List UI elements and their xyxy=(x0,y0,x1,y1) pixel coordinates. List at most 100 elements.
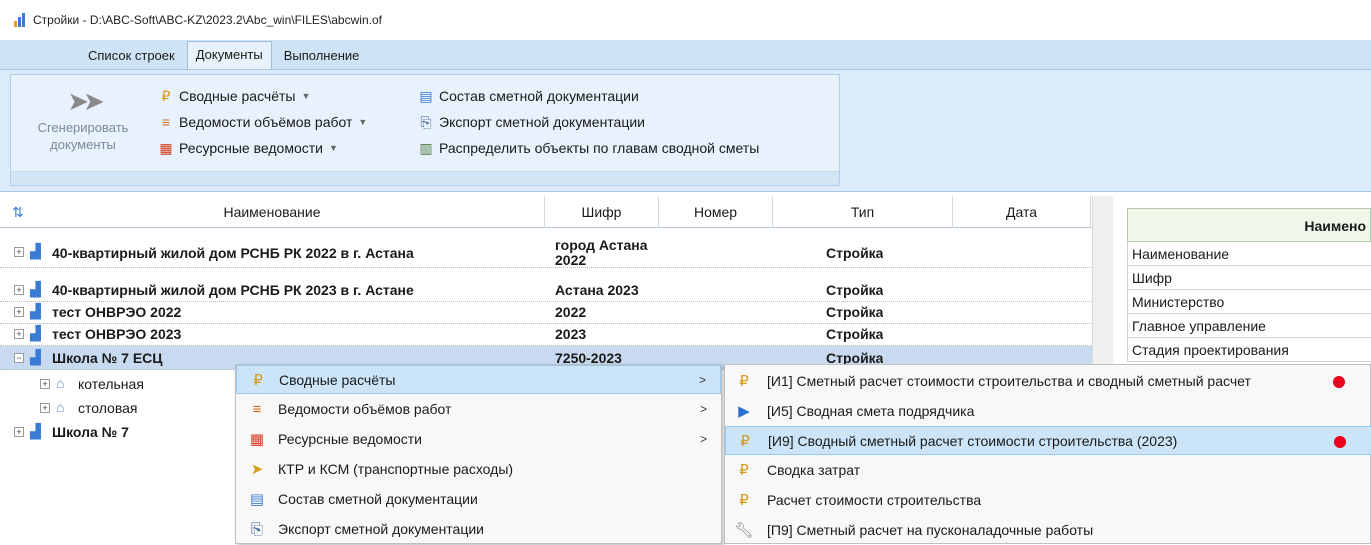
wrench-icon: 🔧︎ xyxy=(734,522,754,539)
expand-icon[interactable]: + xyxy=(40,379,50,389)
tab-construction-list[interactable]: Список строек xyxy=(80,43,183,69)
expand-icon[interactable]: + xyxy=(14,329,24,339)
menu-item-summary-calcs[interactable]: ₽ Сводные расчёты > xyxy=(236,365,721,394)
menu-item-export-docs[interactable]: ⎘ Экспорт сметной документации xyxy=(236,515,721,544)
play-icon: ▶ xyxy=(738,403,750,420)
menu-item-transport-costs[interactable]: ➤ КТР и КСМ (транспортные расходы) xyxy=(236,455,721,484)
prop-row-ministry[interactable]: Министерство xyxy=(1127,290,1371,314)
dropdown-arrow-icon: ▼ xyxy=(301,91,311,101)
table-row[interactable]: + ▟ тест ОНВРЭО 2022 2022 Стройка xyxy=(0,300,1092,324)
building-icon: ▟ xyxy=(30,243,41,259)
prop-row-name[interactable]: Наименование xyxy=(1127,242,1371,266)
row-code: 2022 xyxy=(555,304,587,320)
ribbon-group-footer xyxy=(11,171,839,185)
submenu-item-label: Сводка затрат xyxy=(767,462,861,478)
submenu-item-i5[interactable]: ▶ [И5] Сводная смета подрядчика xyxy=(725,397,1371,426)
submenu-item-label: Расчет стоимости строительства xyxy=(767,492,982,508)
table-icon: ▤ xyxy=(419,88,433,104)
menu-item-label: Экспорт сметной документации xyxy=(278,521,485,537)
summary-calcs-button[interactable]: ₽ Сводные расчёты ▼ xyxy=(157,85,311,107)
table-row[interactable]: + ▟ тест ОНВРЭО 2023 2023 Стройка xyxy=(0,322,1092,346)
generate-documents-button[interactable]: ➤➤ Сгенерировать документы xyxy=(19,83,147,183)
row-code-line1: город Астана xyxy=(555,238,648,253)
row-name: Школа № 7 xyxy=(52,424,129,440)
submenu-item-label: [П9] Сметный расчет на пусконаладочные р… xyxy=(767,522,1094,538)
estimate-docs-button[interactable]: ▤ Состав сметной документации xyxy=(417,85,638,107)
grid-header: ⇅ Наименование Шифр Номер Тип Дата xyxy=(0,196,1092,228)
tab-documents[interactable]: Документы xyxy=(186,41,272,69)
row-name: столовая xyxy=(78,400,138,416)
table-row[interactable]: + ▟ 40-квартирный жилой дом РСНБ РК 2023… xyxy=(0,278,1092,302)
expand-icon[interactable]: + xyxy=(14,307,24,317)
list-check-icon: ≡ xyxy=(252,401,262,418)
house-icon: ⌂ xyxy=(56,375,65,391)
row-type: Стройка xyxy=(826,245,884,261)
ribbon-tabs: Список строек Документы Выполнение xyxy=(0,40,1371,70)
work-volumes-button[interactable]: ≡ Ведомости объёмов работ ▼ xyxy=(157,111,367,133)
row-type: Стройка xyxy=(826,326,884,342)
tab-execution[interactable]: Выполнение xyxy=(276,43,368,69)
row-code: Астана 2023 xyxy=(555,282,639,298)
building-icon: ▟ xyxy=(30,303,41,319)
row-code: 2023 xyxy=(555,326,587,342)
generate-label-line2: документы xyxy=(50,137,116,152)
export-icon: ⎘ xyxy=(250,521,263,538)
prop-row-directorate[interactable]: Главное управление xyxy=(1127,314,1371,338)
export-docs-button[interactable]: ⎘ Экспорт сметной документации xyxy=(417,111,645,133)
row-type: Стройка xyxy=(826,282,884,298)
expand-icon[interactable]: + xyxy=(14,247,24,257)
menu-item-label: Ведомости объёмов работ xyxy=(278,401,452,417)
submenu-arrow-icon: > xyxy=(699,432,707,446)
submenu-item-i1[interactable]: ₽ [И1] Сметный расчет стоимости строител… xyxy=(725,367,1371,396)
coins-icon: ₽ xyxy=(740,433,750,450)
summary-calcs-label: Сводные расчёты xyxy=(179,88,296,104)
col-header-name[interactable]: Наименование xyxy=(0,196,545,228)
export-docs-label: Экспорт сметной документации xyxy=(439,114,646,130)
submenu-item-p9[interactable]: 🔧︎ [П9] Сметный расчет на пусконаладочны… xyxy=(725,516,1371,545)
submenu-item-i9[interactable]: ₽ [И9] Сводный сметный расчет стоимости … xyxy=(725,426,1371,455)
row-name: тест ОНВРЭО 2023 xyxy=(52,326,182,342)
menu-item-resource-sheets[interactable]: ▦ Ресурсные ведомости > xyxy=(236,425,721,454)
window-title: Стройки - D:\ABC-Soft\ABC-KZ\2023.2\Abc_… xyxy=(33,13,382,27)
dropdown-arrow-icon: ▼ xyxy=(328,143,338,153)
red-marker xyxy=(1333,376,1345,388)
coins-icon: ₽ xyxy=(739,462,749,479)
coins-icon: ₽ xyxy=(739,373,749,390)
col-header-code[interactable]: Шифр xyxy=(545,196,659,228)
prop-row-stage[interactable]: Стадия проектирования xyxy=(1127,338,1371,362)
table-row[interactable]: + ▟ 40-квартирный жилой дом РСНБ РК 2022… xyxy=(0,238,1092,268)
ribbon-group-documents: ➤➤ Сгенерировать документы ₽ Сводные рас… xyxy=(10,74,840,186)
col-header-type[interactable]: Тип xyxy=(773,196,953,228)
submenu-arrow-icon: > xyxy=(699,402,707,416)
red-marker xyxy=(1334,436,1346,448)
list-check-icon: ≡ xyxy=(161,114,171,130)
row-name: котельная xyxy=(78,376,144,392)
building-icon: ▟ xyxy=(30,349,41,365)
expand-icon[interactable]: + xyxy=(14,285,24,295)
resource-sheets-button[interactable]: ▦ Ресурсные ведомости ▼ xyxy=(157,137,338,159)
work-volumes-label: Ведомости объёмов работ xyxy=(179,114,353,130)
house-icon: ⌂ xyxy=(56,399,65,415)
row-code: город Астана 2022 xyxy=(555,238,648,268)
coins-icon: ₽ xyxy=(739,492,749,509)
collapse-icon[interactable]: − xyxy=(14,353,24,363)
distribute-objects-button[interactable]: ▥ Распределить объекты по главам сводной… xyxy=(417,137,759,159)
submenu-item-cost-summary[interactable]: ₽ Сводка затрат xyxy=(725,456,1371,485)
expand-icon[interactable]: + xyxy=(14,427,24,437)
building-icon: ▟ xyxy=(30,281,41,297)
submenu-summary-calcs: ₽ [И1] Сметный расчет стоимости строител… xyxy=(724,364,1371,544)
submenu-item-construction-cost[interactable]: ₽ Расчет стоимости строительства xyxy=(725,486,1371,515)
bricks-icon: ▦ xyxy=(249,431,265,448)
title-bar: Стройки - D:\ABC-Soft\ABC-KZ\2023.2\Abc_… xyxy=(0,0,1371,40)
submenu-item-label: [И1] Сметный расчет стоимости строительс… xyxy=(767,373,1251,389)
col-header-number[interactable]: Номер xyxy=(659,196,773,228)
export-icon: ⎘ xyxy=(420,114,432,130)
menu-item-estimate-docs[interactable]: ▤ Состав сметной документации xyxy=(236,485,721,514)
prop-row-code[interactable]: Шифр xyxy=(1127,266,1371,290)
menu-item-label: Сводные расчёты xyxy=(279,372,396,388)
menu-item-work-volumes[interactable]: ≡ Ведомости объёмов работ > xyxy=(236,395,721,424)
col-header-date[interactable]: Дата xyxy=(953,196,1091,228)
menu-item-label: КТР и КСМ (транспортные расходы) xyxy=(278,461,514,477)
expand-icon[interactable]: + xyxy=(40,403,50,413)
distribute-label: Распределить объекты по главам сводной с… xyxy=(439,140,760,156)
